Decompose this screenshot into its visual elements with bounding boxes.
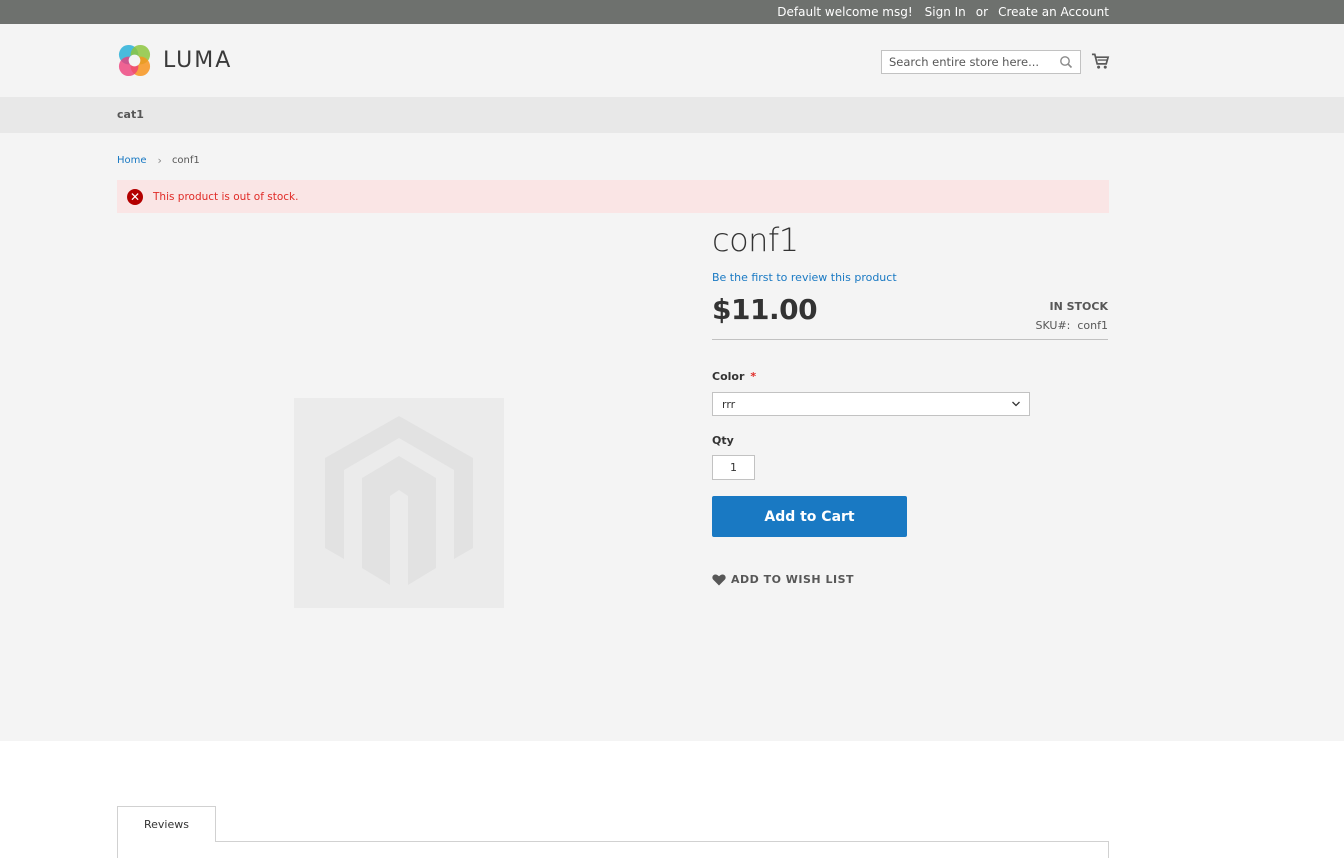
logo-text: LUMA (163, 47, 233, 73)
color-select[interactable]: rrr (712, 392, 1030, 416)
error-icon: ✕ (127, 188, 143, 205)
tab-reviews[interactable]: Reviews (117, 806, 216, 842)
color-label: Color * (712, 370, 756, 383)
wishlist-label: ADD TO WISH LIST (731, 573, 855, 586)
create-account-link[interactable]: Create an Account (998, 5, 1109, 19)
error-message-text: This product is out of stock. (153, 190, 299, 203)
breadcrumb-current: conf1 (171, 155, 200, 166)
main-content: Home › conf1 ✕ This product is out of st… (0, 133, 1344, 741)
page-header: LUMA (0, 24, 1344, 97)
chevron-right-icon: › (157, 154, 162, 167)
cart-icon[interactable] (1091, 52, 1110, 70)
breadcrumb-home-link[interactable]: Home (117, 155, 147, 166)
header-links: Default welcome msg! Sign In or Create a… (765, 0, 1109, 24)
stock-status: IN STOCK (1049, 300, 1108, 313)
add-to-cart-button[interactable]: Add to Cart (712, 496, 907, 537)
or-text: or (975, 5, 989, 19)
welcome-message: Default welcome msg! (777, 5, 913, 19)
error-message: ✕ This product is out of stock. (117, 180, 1109, 213)
color-select-value: rrr (722, 397, 736, 411)
heart-icon (712, 573, 726, 585)
magento-placeholder-icon (325, 416, 473, 585)
qty-input[interactable]: 1 (712, 455, 755, 480)
sign-in-link[interactable]: Sign In (925, 5, 966, 19)
breadcrumb: Home › conf1 (117, 154, 200, 167)
nav-item-cat1[interactable]: cat1 (117, 108, 144, 121)
qty-label: Qty (712, 434, 734, 447)
required-mark: * (750, 370, 757, 383)
product-price: $11.00 (712, 293, 818, 326)
divider (712, 339, 1108, 340)
product-image-placeholder[interactable] (294, 398, 504, 608)
product-sku: SKU#: conf1 (1036, 319, 1109, 332)
search-box (881, 50, 1081, 74)
chevron-down-icon (1012, 401, 1020, 407)
tab-panel-border-left (117, 841, 118, 858)
sku-value: conf1 (1077, 319, 1108, 332)
color-label-text: Color (712, 370, 745, 383)
logo[interactable]: LUMA (117, 42, 232, 78)
main-nav: cat1 (0, 97, 1344, 133)
search-input[interactable] (882, 51, 1052, 73)
add-to-wishlist-link[interactable]: ADD TO WISH LIST (712, 573, 854, 586)
top-bar: Default welcome msg! Sign In or Create a… (0, 0, 1344, 24)
review-link[interactable]: Be the first to review this product (712, 271, 897, 284)
luma-logo-icon (118, 44, 151, 76)
search-icon[interactable] (1059, 55, 1073, 69)
product-title: conf1 (712, 221, 799, 259)
sku-label: SKU#: (1035, 319, 1071, 332)
tab-panel-border-right (1108, 841, 1109, 858)
tab-divider (215, 841, 1109, 842)
